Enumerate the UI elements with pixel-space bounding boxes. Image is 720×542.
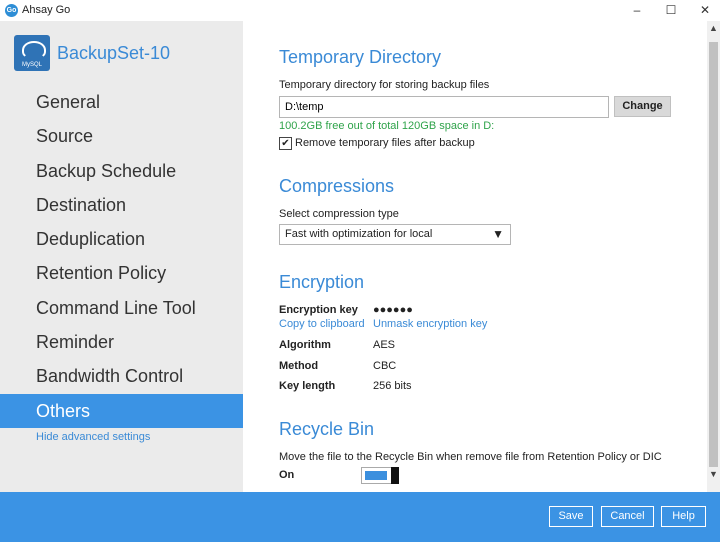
- save-button[interactable]: Save: [549, 506, 593, 527]
- sidebar-nav: General Source Backup Schedule Destinati…: [0, 85, 243, 428]
- hide-advanced-settings-link[interactable]: Hide advanced settings: [36, 431, 150, 443]
- settings-content: Temporary Directory Temporary directory …: [243, 21, 707, 492]
- scroll-up-icon[interactable]: ▲: [707, 23, 720, 37]
- recycle-bin-toggle[interactable]: [361, 467, 399, 484]
- sidebar-item-bandwidth-control[interactable]: Bandwidth Control: [0, 359, 243, 393]
- method-value: CBC: [373, 360, 397, 372]
- sidebar-item-source[interactable]: Source: [0, 119, 243, 153]
- sidebar-item-reminder[interactable]: Reminder: [0, 325, 243, 359]
- algorithm-value: AES: [373, 339, 396, 351]
- key-length-label: Key length: [279, 380, 336, 392]
- copy-to-clipboard-link[interactable]: Copy to clipboard: [279, 318, 365, 330]
- remove-temp-files-checkbox[interactable]: ✔: [279, 137, 292, 150]
- sidebar-item-others[interactable]: Others: [0, 393, 243, 428]
- encryption-key-label: Encryption key: [279, 304, 358, 316]
- vertical-scrollbar[interactable]: ▲ ▼: [707, 21, 720, 492]
- backup-set-name: BackupSet-10: [57, 43, 171, 63]
- compressions-title: Compressions: [279, 176, 395, 196]
- toggle-knob[interactable]: [391, 467, 399, 484]
- help-button[interactable]: Help: [661, 506, 706, 527]
- sidebar-item-backup-schedule[interactable]: Backup Schedule: [0, 154, 243, 188]
- dolphin-icon: [22, 41, 46, 59]
- free-space-text: 100.2GB free out of total 120GB space in…: [279, 120, 495, 132]
- unmask-encryption-key-link[interactable]: Unmask encryption key: [373, 318, 487, 330]
- compression-selected-value: Fast with optimization for local: [285, 228, 433, 240]
- chevron-down-icon: ▼: [492, 227, 504, 241]
- compression-type-select[interactable]: Fast with optimization for local ▼: [279, 224, 511, 245]
- app-logo-icon: Go: [5, 4, 18, 17]
- window-title: Ahsay Go: [22, 4, 71, 16]
- encryption-title: Encryption: [279, 272, 365, 292]
- recycle-bin-state-label: On: [279, 469, 295, 481]
- mysql-label: MySQL: [21, 62, 42, 68]
- sidebar-item-general[interactable]: General: [0, 85, 243, 119]
- title-bar: Go Ahsay Go – ☐ ✕: [0, 0, 720, 21]
- compression-type-label: Select compression type: [279, 208, 399, 220]
- maximize-button[interactable]: ☐: [656, 0, 686, 21]
- method-label: Method: [279, 360, 319, 372]
- footer-bar: Save Cancel Help: [0, 492, 720, 542]
- sidebar-item-command-line-tool[interactable]: Command Line Tool: [0, 291, 243, 325]
- cancel-button[interactable]: Cancel: [601, 506, 654, 527]
- sidebar-item-destination[interactable]: Destination: [0, 188, 243, 222]
- algorithm-label: Algorithm: [279, 339, 331, 351]
- toggle-fill: [365, 471, 387, 480]
- temp-dir-label: Temporary directory for storing backup f…: [279, 79, 490, 91]
- remove-temp-files-label: Remove temporary files after backup: [295, 137, 475, 149]
- mysql-database-icon: MySQL: [14, 35, 50, 71]
- scrollbar-thumb[interactable]: [709, 42, 718, 467]
- minimize-button[interactable]: –: [622, 0, 652, 21]
- change-button[interactable]: Change: [614, 96, 671, 117]
- encryption-key-value: ●●●●●●: [373, 304, 413, 316]
- recycle-bin-title: Recycle Bin: [279, 419, 375, 439]
- recycle-bin-description: Move the file to the Recycle Bin when re…: [279, 451, 662, 463]
- close-button[interactable]: ✕: [690, 0, 720, 21]
- sidebar: MySQL BackupSet-10 General Source Backup…: [0, 21, 243, 492]
- scroll-down-icon[interactable]: ▼: [707, 469, 720, 483]
- temp-dir-input[interactable]: [279, 96, 609, 118]
- sidebar-item-retention-policy[interactable]: Retention Policy: [0, 256, 243, 290]
- key-length-value: 256 bits: [373, 380, 412, 392]
- sidebar-item-deduplication[interactable]: Deduplication: [0, 222, 243, 256]
- temp-dir-title: Temporary Directory: [279, 47, 442, 67]
